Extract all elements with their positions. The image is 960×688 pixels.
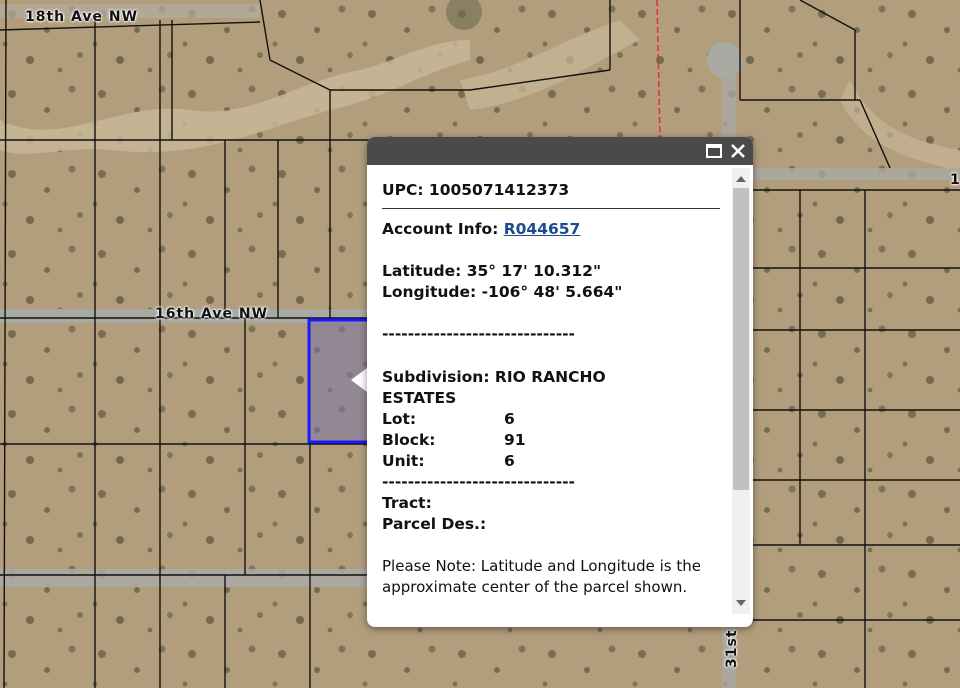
upc-text: UPC: 1005071412373 [382, 181, 570, 199]
road-label-18th: 18th Ave NW [25, 9, 139, 25]
block-label: Block: [382, 431, 436, 449]
popup-header [367, 137, 753, 165]
tract-text: Tract: [382, 494, 432, 512]
lot-value: 6 [504, 410, 515, 428]
maximize-icon[interactable] [705, 142, 723, 160]
scroll-thumb[interactable] [733, 188, 749, 490]
close-icon[interactable] [729, 142, 747, 160]
popup-content: UPC: 1005071412373 Account Info: R044657… [382, 180, 722, 596]
longitude-text: Longitude: -106° 48' 5.664" [382, 283, 623, 301]
road-label-edge: 1 [950, 172, 960, 188]
lot-row: Lot: 6 [382, 409, 515, 430]
popup-pointer [351, 368, 367, 392]
block-value: 91 [504, 431, 526, 449]
unit-value: 6 [504, 452, 515, 470]
road-label-31st: 31st [724, 629, 740, 668]
lot-label: Lot: [382, 410, 417, 428]
unit-label: Unit: [382, 452, 425, 470]
road-label-16th: 16th Ave NW [155, 306, 269, 322]
dash-separator-2: ------------------------------ [382, 472, 575, 493]
account-label: Account Info: [382, 220, 504, 238]
account-link[interactable]: R044657 [504, 220, 581, 238]
note-text: Please Note: Latitude and Longitude is t… [382, 557, 702, 596]
divider [382, 208, 720, 209]
block-row: Block: 91 [382, 430, 526, 451]
dash-separator: ------------------------------ [382, 325, 575, 343]
parcel-des-text: Parcel Des.: [382, 515, 487, 533]
unit-row: Unit: 6 [382, 451, 515, 472]
account-info: Account Info: R044657 [382, 219, 580, 240]
latitude-text: Latitude: 35° 17' 10.312" [382, 262, 602, 280]
parcel-info-popup: UPC: 1005071412373 Account Info: R044657… [367, 137, 753, 627]
popup-scrollbar[interactable] [732, 168, 750, 614]
subdivision-text: Subdivision: RIO RANCHO ESTATES [382, 368, 606, 407]
